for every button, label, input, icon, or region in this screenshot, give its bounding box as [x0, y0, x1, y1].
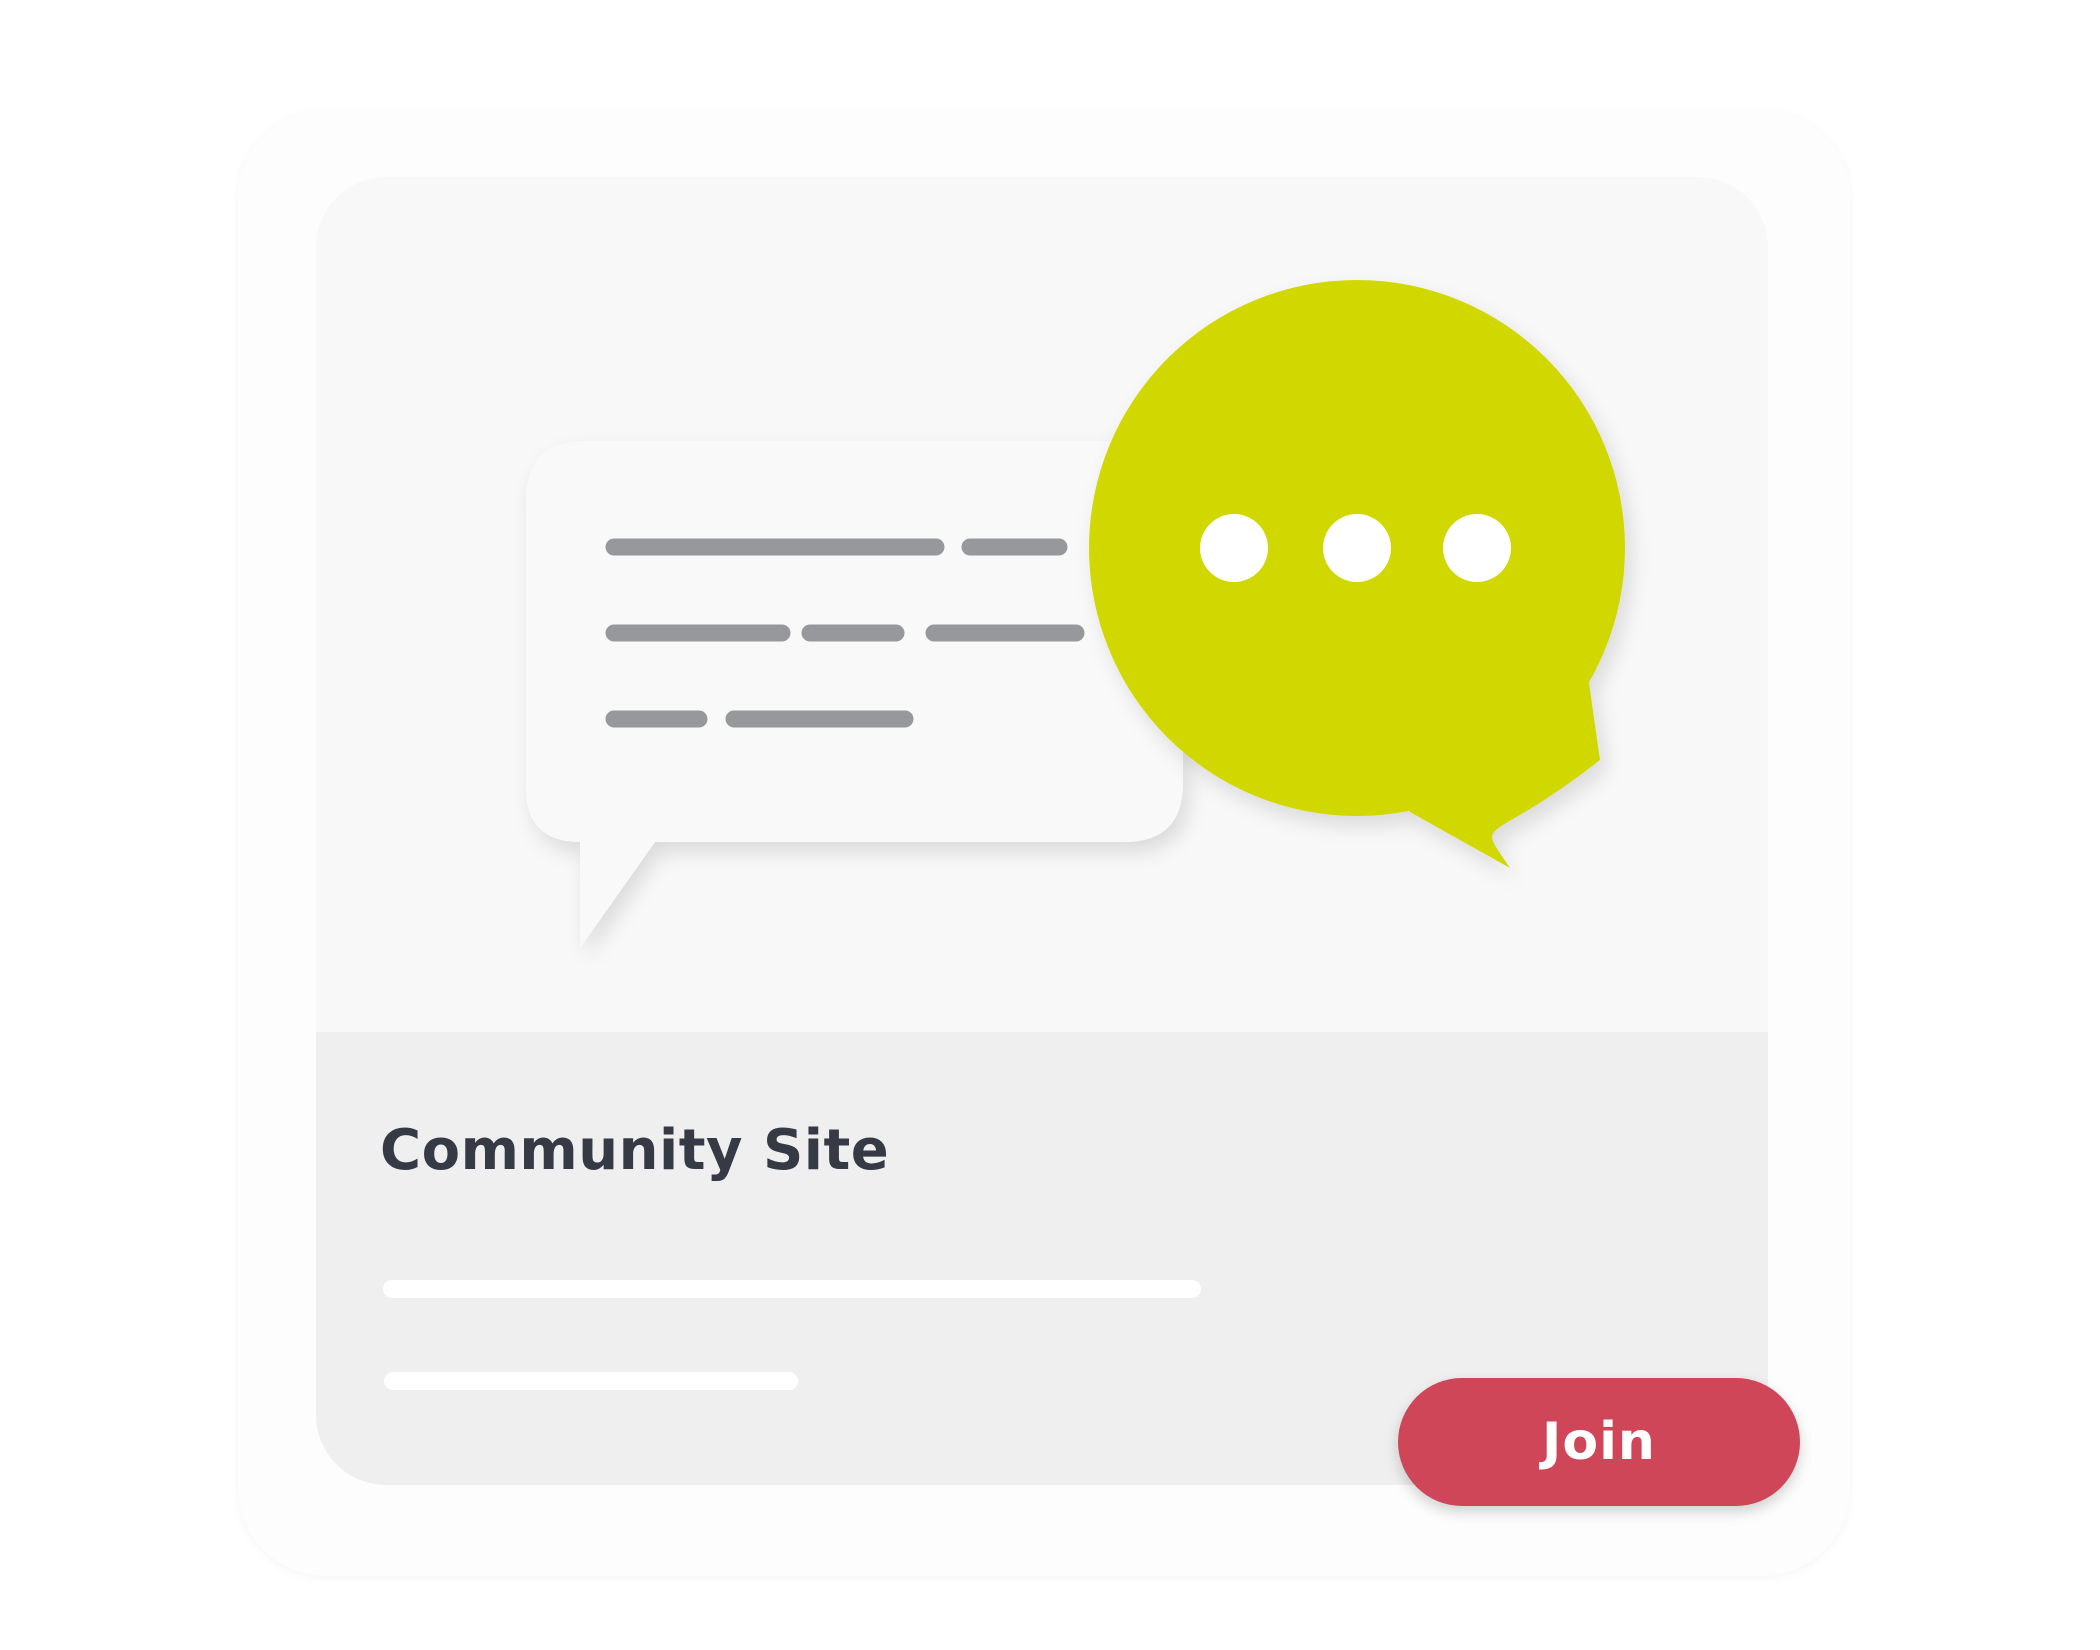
typing-dot — [1200, 514, 1268, 582]
community-card-illustration: Community Site Join — [0, 0, 2100, 1650]
speech-bubble-icon — [526, 441, 1183, 948]
typing-dot — [1323, 514, 1391, 582]
typing-dots — [1200, 514, 1511, 582]
site-title: Community Site — [380, 1118, 890, 1183]
typing-dot — [1443, 514, 1511, 582]
description-placeholder-line — [384, 1372, 798, 1390]
description-placeholder-line — [383, 1280, 1201, 1298]
chat-illustration — [526, 280, 1625, 948]
join-button[interactable]: Join — [1398, 1378, 1800, 1506]
